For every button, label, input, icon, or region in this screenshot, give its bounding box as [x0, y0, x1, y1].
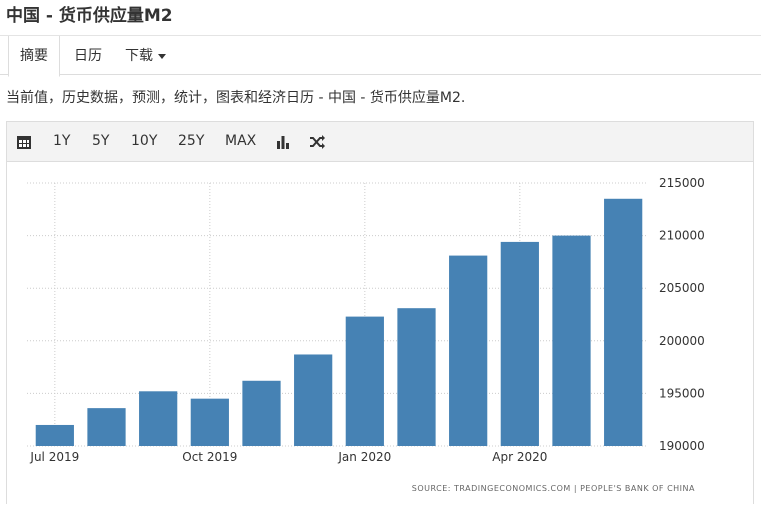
bar-chart: 190000 195000 200000 205000 210000 215000 Jul … [27, 176, 705, 493]
bar[interactable] [397, 308, 436, 446]
tab-summary-label: 摘要 [20, 48, 48, 64]
tab-calendar-label: 日历 [74, 48, 102, 64]
bar[interactable] [604, 198, 643, 446]
page-description: 当前值，历史数据，预测，统计，图表和经济日历 - 中国 - 货币供应量M2. [6, 90, 466, 106]
y-tick-label: 210000 [659, 229, 705, 243]
x-tick-label: Oct 2019 [182, 450, 237, 464]
chart-toolbar: 1Y 5Y 10Y 25Y MAX [6, 121, 754, 162]
tab-bar: 摘要 日历 下载 [0, 35, 761, 77]
x-tick-label: Jan 2020 [337, 450, 391, 464]
tab-download[interactable]: 下载 [125, 36, 166, 76]
calendar-icon[interactable] [16, 134, 32, 150]
range-25y-button[interactable]: 25Y [178, 122, 204, 161]
range-10y-button[interactable]: 10Y [131, 122, 157, 161]
bar[interactable] [500, 241, 539, 446]
range-1y-button[interactable]: 1Y [53, 122, 70, 161]
y-tick-label: 215000 [659, 176, 705, 190]
y-tick-label: 190000 [659, 439, 705, 453]
range-5y-button[interactable]: 5Y [92, 122, 109, 161]
bar[interactable] [552, 235, 591, 446]
tab-download-label: 下载 [125, 48, 153, 64]
chart-area: 190000 195000 200000 205000 210000 215000 Jul … [6, 162, 754, 504]
bar[interactable] [294, 354, 333, 446]
x-tick-label: Apr 2020 [492, 450, 547, 464]
y-tick-label: 200000 [659, 334, 705, 348]
bar[interactable] [345, 316, 384, 446]
shuffle-icon[interactable] [309, 134, 325, 150]
bar[interactable] [190, 398, 229, 446]
bar[interactable] [87, 408, 126, 446]
x-tick-label: Jul 2019 [29, 450, 79, 464]
page-title: 中国 - 货币供应量M2 [6, 6, 173, 26]
source-note: SOURCE: TRADINGECONOMICS.COM | PEOPLE'S … [412, 484, 695, 493]
chevron-down-icon [158, 53, 166, 59]
bar-chart-icon[interactable] [275, 134, 291, 150]
bar[interactable] [139, 391, 178, 446]
y-tick-label: 195000 [659, 386, 705, 400]
tab-summary[interactable]: 摘要 [8, 36, 60, 77]
bar[interactable] [35, 424, 74, 446]
bar[interactable] [449, 255, 488, 446]
y-tick-label: 205000 [659, 281, 705, 295]
range-max-button[interactable]: MAX [225, 122, 256, 161]
tab-calendar[interactable]: 日历 [74, 36, 102, 76]
bar[interactable] [242, 380, 281, 446]
